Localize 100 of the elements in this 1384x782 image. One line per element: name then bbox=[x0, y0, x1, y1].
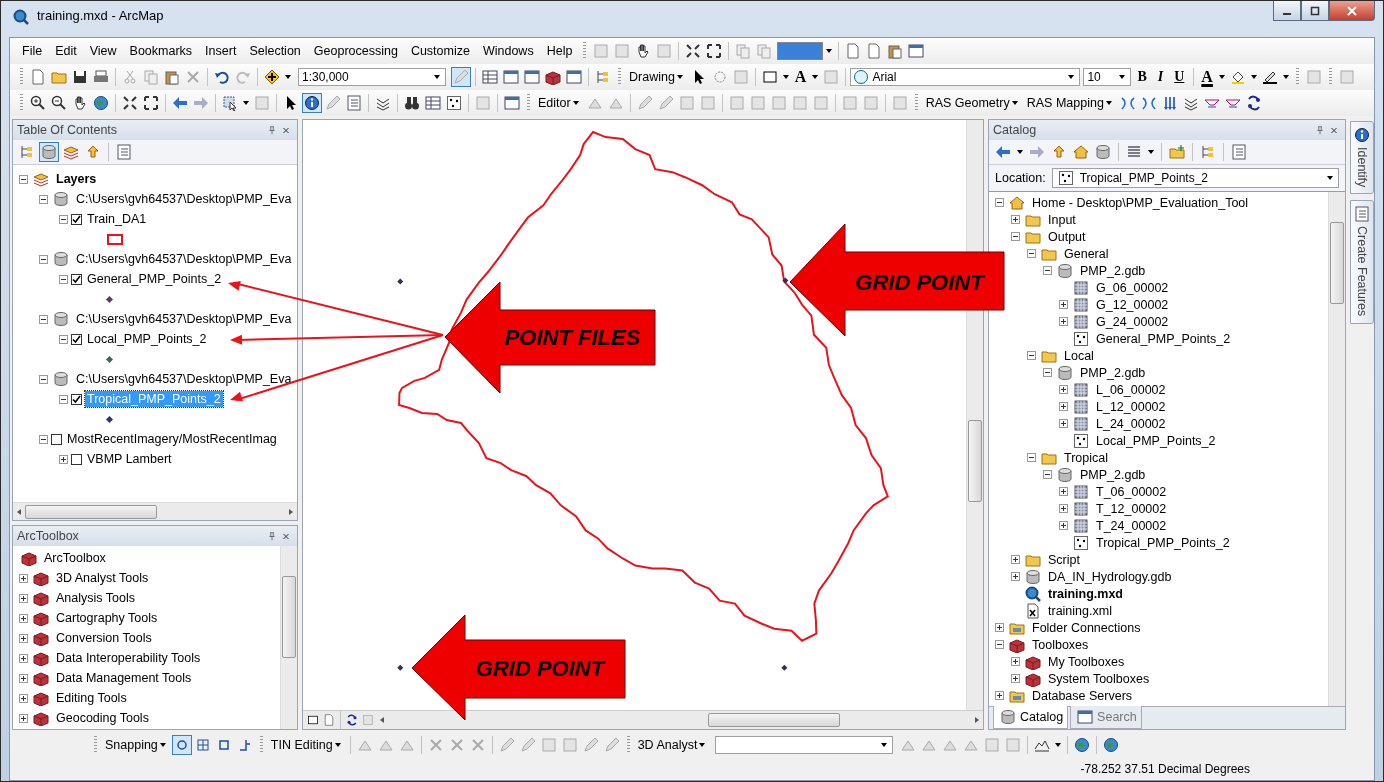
toolbox-name[interactable]: ArcToolbox bbox=[42, 550, 108, 566]
editor-tool-icon[interactable] bbox=[451, 67, 471, 87]
layer-name[interactable]: MostRecentImagery/MostRecentImag bbox=[65, 431, 279, 447]
toolbox-name[interactable]: Data Interoperability Tools bbox=[54, 650, 203, 666]
expand-toggle[interactable] bbox=[59, 274, 68, 284]
expand-toggle[interactable] bbox=[995, 198, 1004, 207]
expand-toggle[interactable] bbox=[19, 573, 28, 583]
point-snapping-icon[interactable] bbox=[171, 735, 192, 755]
expand-toggle[interactable] bbox=[1027, 249, 1036, 258]
expand-toggle[interactable] bbox=[59, 394, 68, 404]
catalog-item[interactable]: G_06_00002 bbox=[1094, 279, 1171, 296]
caret-icon[interactable] bbox=[1250, 75, 1257, 79]
menu-item[interactable]: Geoprocessing bbox=[307, 42, 404, 60]
expand-toggle[interactable] bbox=[1059, 521, 1068, 530]
text-tool-button[interactable]: A bbox=[791, 68, 810, 86]
toolbox-name[interactable]: Conversion Tools bbox=[54, 630, 154, 646]
layer-checkbox[interactable] bbox=[51, 433, 62, 445]
menu-item[interactable]: Selection bbox=[243, 42, 307, 60]
expand-toggle[interactable] bbox=[1043, 470, 1052, 479]
catalog-item[interactable]: PMP_2.gdb bbox=[1078, 364, 1148, 381]
ras-mapping-menu[interactable]: RAS Mapping bbox=[1023, 94, 1117, 112]
menu-item[interactable]: Customize bbox=[404, 42, 476, 60]
toolbox-name[interactable]: 3D Analyst Tools bbox=[54, 570, 151, 586]
expand-toggle[interactable] bbox=[1027, 351, 1036, 360]
toolbox-name[interactable]: Data Management Tools bbox=[54, 670, 194, 686]
caret-icon[interactable] bbox=[1282, 75, 1289, 79]
caret-icon[interactable] bbox=[1011, 101, 1018, 105]
connect-icon[interactable] bbox=[1093, 142, 1113, 162]
catalog-item[interactable]: L_24_00002 bbox=[1094, 415, 1168, 432]
expand-toggle[interactable] bbox=[995, 640, 1004, 649]
catalog-item[interactable]: G_24_00002 bbox=[1094, 313, 1171, 330]
layer-checkbox[interactable] bbox=[71, 333, 82, 345]
expand-toggle[interactable] bbox=[39, 374, 48, 384]
caret-icon[interactable] bbox=[812, 75, 819, 79]
font-size-field[interactable]: 10 bbox=[1083, 68, 1132, 86]
scrollbar[interactable] bbox=[280, 546, 297, 729]
layer-name[interactable]: VBMP Lambert bbox=[85, 451, 174, 467]
caret-icon[interactable] bbox=[826, 49, 833, 53]
catalog-item[interactable]: Local_PMP_Points_2 bbox=[1094, 432, 1218, 449]
layer-checkbox[interactable] bbox=[71, 213, 82, 225]
scrollbar[interactable] bbox=[1328, 192, 1345, 706]
expand-toggle[interactable] bbox=[19, 593, 28, 603]
expand-toggle[interactable] bbox=[59, 214, 68, 224]
analyst-menu[interactable]: 3D Analyst bbox=[634, 736, 711, 754]
expand-toggle[interactable] bbox=[59, 454, 68, 464]
catalog-item[interactable]: Input bbox=[1046, 211, 1078, 228]
expand-toggle[interactable] bbox=[1059, 487, 1068, 496]
catalog-item[interactable]: T_12_00002 bbox=[1094, 500, 1169, 517]
caret-icon[interactable] bbox=[1148, 150, 1154, 154]
menu-item[interactable]: Bookmarks bbox=[123, 42, 199, 60]
layer-checkbox[interactable] bbox=[71, 393, 82, 405]
expand-toggle[interactable] bbox=[19, 613, 28, 623]
layer-name[interactable]: Train_DA1 bbox=[85, 211, 149, 227]
catalog-item[interactable]: L_06_00002 bbox=[1094, 381, 1168, 398]
list-by-drawing-order-icon[interactable] bbox=[39, 142, 59, 162]
toolbox-name[interactable]: Editing Tools bbox=[54, 690, 129, 706]
catalog-item[interactable]: Tropical_PMP_Points_2 bbox=[1094, 534, 1232, 551]
tin-editing-menu[interactable]: TIN Editing bbox=[267, 736, 346, 754]
expand-toggle[interactable] bbox=[1011, 232, 1020, 241]
format-button[interactable]: U bbox=[1169, 69, 1190, 85]
expand-toggle[interactable] bbox=[39, 254, 48, 264]
catalog-item[interactable]: System Toolboxes bbox=[1046, 670, 1152, 687]
caret-icon[interactable] bbox=[881, 743, 888, 747]
expand-toggle[interactable] bbox=[995, 623, 1004, 632]
expand-toggle[interactable] bbox=[19, 713, 28, 723]
caret-icon[interactable] bbox=[285, 75, 291, 79]
expand-toggle[interactable] bbox=[1027, 453, 1036, 462]
identify-icon[interactable] bbox=[302, 93, 322, 113]
catalog-item[interactable]: L_12_00002 bbox=[1094, 398, 1168, 415]
caret-icon[interactable] bbox=[676, 75, 683, 79]
menu-item[interactable]: Insert bbox=[199, 42, 243, 60]
data-frame-name[interactable]: Layers bbox=[54, 171, 99, 187]
expand-toggle[interactable] bbox=[1011, 572, 1020, 581]
expand-toggle[interactable] bbox=[1043, 266, 1052, 275]
catalog-item[interactable]: Tropical bbox=[1062, 449, 1110, 466]
catalog-tab[interactable]: Catalog bbox=[993, 706, 1069, 729]
catalog-item[interactable]: Script bbox=[1046, 551, 1082, 568]
catalog-item[interactable]: My Toolboxes bbox=[1046, 653, 1127, 670]
zoom-field[interactable] bbox=[777, 42, 824, 60]
window-icon[interactable] bbox=[906, 41, 927, 61]
ras-geometry-menu[interactable]: RAS Geometry bbox=[922, 94, 1023, 112]
catalog-item[interactable]: training.xml bbox=[1046, 602, 1114, 619]
caret-icon[interactable] bbox=[1068, 75, 1075, 79]
caret-icon[interactable] bbox=[434, 75, 440, 79]
location-field[interactable]: Tropical_PMP_Points_2 bbox=[1051, 168, 1339, 188]
catalog-item[interactable]: PMP_2.gdb bbox=[1078, 466, 1148, 483]
data-source-path[interactable]: C:\Users\gvh64537\Desktop\PMP_Eva bbox=[74, 311, 294, 327]
expand-toggle[interactable] bbox=[1011, 215, 1020, 224]
side-tab[interactable]: Create Features bbox=[1350, 200, 1374, 324]
viewer-icon[interactable] bbox=[502, 93, 522, 113]
expand-toggle[interactable] bbox=[19, 673, 28, 683]
caret-icon[interactable] bbox=[1218, 75, 1225, 79]
snapping-menu[interactable]: Snapping bbox=[102, 736, 171, 754]
layer-checkbox[interactable] bbox=[71, 273, 82, 285]
menu-item[interactable]: Edit bbox=[49, 42, 83, 60]
expand-toggle[interactable] bbox=[1059, 402, 1068, 411]
data-source-path[interactable]: C:\Users\gvh64537\Desktop\PMP_Eva bbox=[74, 191, 294, 207]
window-icon[interactable] bbox=[522, 67, 542, 87]
caret-icon[interactable] bbox=[334, 743, 341, 747]
catalog-item[interactable]: G_12_00002 bbox=[1094, 296, 1171, 313]
